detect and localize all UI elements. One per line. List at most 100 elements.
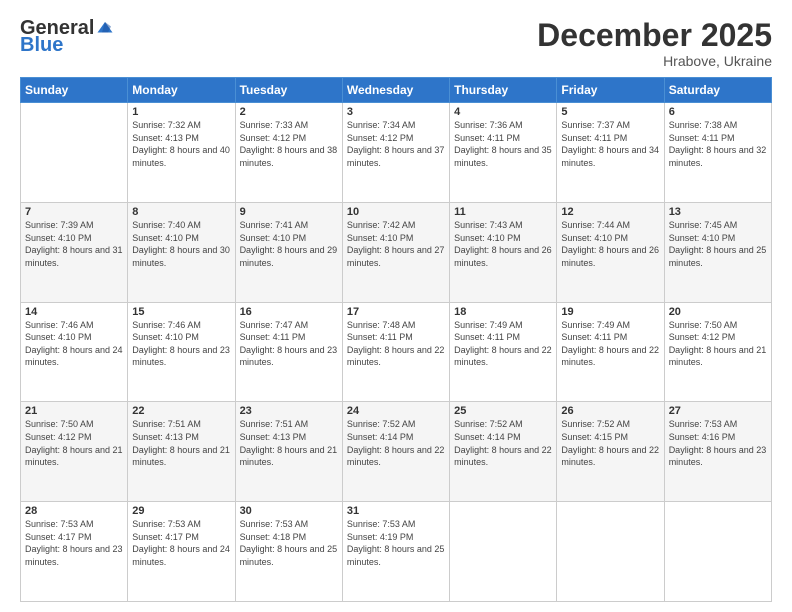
week-row-0: 1Sunrise: 7:32 AM Sunset: 4:13 PM Daylig… (21, 103, 772, 203)
day-cell: 27Sunrise: 7:53 AM Sunset: 4:16 PM Dayli… (664, 402, 771, 502)
day-cell: 30Sunrise: 7:53 AM Sunset: 4:18 PM Dayli… (235, 502, 342, 602)
day-cell (557, 502, 664, 602)
day-number: 6 (669, 106, 767, 118)
day-number: 14 (25, 306, 123, 318)
day-cell (21, 103, 128, 203)
day-cell: 15Sunrise: 7:46 AM Sunset: 4:10 PM Dayli… (128, 302, 235, 402)
day-cell: 18Sunrise: 7:49 AM Sunset: 4:11 PM Dayli… (450, 302, 557, 402)
day-cell: 13Sunrise: 7:45 AM Sunset: 4:10 PM Dayli… (664, 202, 771, 302)
day-info: Sunrise: 7:47 AM Sunset: 4:11 PM Dayligh… (240, 319, 338, 369)
logo-icon (96, 19, 114, 37)
day-number: 23 (240, 405, 338, 417)
day-number: 19 (561, 306, 659, 318)
day-cell: 14Sunrise: 7:46 AM Sunset: 4:10 PM Dayli… (21, 302, 128, 402)
day-cell: 4Sunrise: 7:36 AM Sunset: 4:11 PM Daylig… (450, 103, 557, 203)
day-number: 27 (669, 405, 767, 417)
col-sunday: Sunday (21, 78, 128, 103)
week-row-3: 21Sunrise: 7:50 AM Sunset: 4:12 PM Dayli… (21, 402, 772, 502)
day-info: Sunrise: 7:52 AM Sunset: 4:14 PM Dayligh… (454, 418, 552, 468)
week-row-2: 14Sunrise: 7:46 AM Sunset: 4:10 PM Dayli… (21, 302, 772, 402)
day-info: Sunrise: 7:38 AM Sunset: 4:11 PM Dayligh… (669, 119, 767, 169)
day-info: Sunrise: 7:53 AM Sunset: 4:17 PM Dayligh… (25, 518, 123, 568)
day-number: 12 (561, 206, 659, 218)
col-monday: Monday (128, 78, 235, 103)
day-cell: 26Sunrise: 7:52 AM Sunset: 4:15 PM Dayli… (557, 402, 664, 502)
week-row-1: 7Sunrise: 7:39 AM Sunset: 4:10 PM Daylig… (21, 202, 772, 302)
day-cell: 20Sunrise: 7:50 AM Sunset: 4:12 PM Dayli… (664, 302, 771, 402)
day-number: 9 (240, 206, 338, 218)
location: Hrabove, Ukraine (537, 53, 772, 69)
title-block: December 2025 Hrabove, Ukraine (537, 18, 772, 69)
day-number: 8 (132, 206, 230, 218)
logo: General Blue (20, 18, 114, 57)
day-info: Sunrise: 7:45 AM Sunset: 4:10 PM Dayligh… (669, 219, 767, 269)
day-cell: 31Sunrise: 7:53 AM Sunset: 4:19 PM Dayli… (342, 502, 449, 602)
week-row-4: 28Sunrise: 7:53 AM Sunset: 4:17 PM Dayli… (21, 502, 772, 602)
day-number: 1 (132, 106, 230, 118)
day-cell: 2Sunrise: 7:33 AM Sunset: 4:12 PM Daylig… (235, 103, 342, 203)
day-number: 30 (240, 505, 338, 517)
day-number: 29 (132, 505, 230, 517)
day-cell (664, 502, 771, 602)
day-cell: 12Sunrise: 7:44 AM Sunset: 4:10 PM Dayli… (557, 202, 664, 302)
day-info: Sunrise: 7:39 AM Sunset: 4:10 PM Dayligh… (25, 219, 123, 269)
day-cell: 21Sunrise: 7:50 AM Sunset: 4:12 PM Dayli… (21, 402, 128, 502)
day-info: Sunrise: 7:44 AM Sunset: 4:10 PM Dayligh… (561, 219, 659, 269)
month-title: December 2025 (537, 18, 772, 53)
logo-blue-text: Blue (20, 34, 63, 57)
day-info: Sunrise: 7:51 AM Sunset: 4:13 PM Dayligh… (132, 418, 230, 468)
day-cell: 8Sunrise: 7:40 AM Sunset: 4:10 PM Daylig… (128, 202, 235, 302)
day-info: Sunrise: 7:49 AM Sunset: 4:11 PM Dayligh… (561, 319, 659, 369)
day-cell: 11Sunrise: 7:43 AM Sunset: 4:10 PM Dayli… (450, 202, 557, 302)
day-cell: 10Sunrise: 7:42 AM Sunset: 4:10 PM Dayli… (342, 202, 449, 302)
day-cell: 28Sunrise: 7:53 AM Sunset: 4:17 PM Dayli… (21, 502, 128, 602)
day-info: Sunrise: 7:52 AM Sunset: 4:15 PM Dayligh… (561, 418, 659, 468)
day-info: Sunrise: 7:33 AM Sunset: 4:12 PM Dayligh… (240, 119, 338, 169)
day-info: Sunrise: 7:40 AM Sunset: 4:10 PM Dayligh… (132, 219, 230, 269)
day-number: 21 (25, 405, 123, 417)
day-number: 16 (240, 306, 338, 318)
day-info: Sunrise: 7:49 AM Sunset: 4:11 PM Dayligh… (454, 319, 552, 369)
day-info: Sunrise: 7:46 AM Sunset: 4:10 PM Dayligh… (132, 319, 230, 369)
day-cell: 3Sunrise: 7:34 AM Sunset: 4:12 PM Daylig… (342, 103, 449, 203)
day-number: 15 (132, 306, 230, 318)
day-number: 28 (25, 505, 123, 517)
day-cell: 5Sunrise: 7:37 AM Sunset: 4:11 PM Daylig… (557, 103, 664, 203)
day-number: 31 (347, 505, 445, 517)
day-cell: 24Sunrise: 7:52 AM Sunset: 4:14 PM Dayli… (342, 402, 449, 502)
day-number: 5 (561, 106, 659, 118)
day-cell: 9Sunrise: 7:41 AM Sunset: 4:10 PM Daylig… (235, 202, 342, 302)
day-cell: 1Sunrise: 7:32 AM Sunset: 4:13 PM Daylig… (128, 103, 235, 203)
day-number: 10 (347, 206, 445, 218)
day-info: Sunrise: 7:46 AM Sunset: 4:10 PM Dayligh… (25, 319, 123, 369)
day-number: 22 (132, 405, 230, 417)
day-info: Sunrise: 7:53 AM Sunset: 4:17 PM Dayligh… (132, 518, 230, 568)
day-number: 25 (454, 405, 552, 417)
day-info: Sunrise: 7:51 AM Sunset: 4:13 PM Dayligh… (240, 418, 338, 468)
day-info: Sunrise: 7:43 AM Sunset: 4:10 PM Dayligh… (454, 219, 552, 269)
day-cell: 29Sunrise: 7:53 AM Sunset: 4:17 PM Dayli… (128, 502, 235, 602)
header-row: Sunday Monday Tuesday Wednesday Thursday… (21, 78, 772, 103)
day-info: Sunrise: 7:36 AM Sunset: 4:11 PM Dayligh… (454, 119, 552, 169)
col-tuesday: Tuesday (235, 78, 342, 103)
day-info: Sunrise: 7:48 AM Sunset: 4:11 PM Dayligh… (347, 319, 445, 369)
day-info: Sunrise: 7:41 AM Sunset: 4:10 PM Dayligh… (240, 219, 338, 269)
day-cell: 16Sunrise: 7:47 AM Sunset: 4:11 PM Dayli… (235, 302, 342, 402)
day-info: Sunrise: 7:32 AM Sunset: 4:13 PM Dayligh… (132, 119, 230, 169)
day-number: 2 (240, 106, 338, 118)
page: General Blue December 2025 Hrabove, Ukra… (0, 0, 792, 612)
day-cell: 17Sunrise: 7:48 AM Sunset: 4:11 PM Dayli… (342, 302, 449, 402)
day-number: 3 (347, 106, 445, 118)
day-info: Sunrise: 7:53 AM Sunset: 4:16 PM Dayligh… (669, 418, 767, 468)
day-cell: 23Sunrise: 7:51 AM Sunset: 4:13 PM Dayli… (235, 402, 342, 502)
day-cell: 22Sunrise: 7:51 AM Sunset: 4:13 PM Dayli… (128, 402, 235, 502)
day-cell: 6Sunrise: 7:38 AM Sunset: 4:11 PM Daylig… (664, 103, 771, 203)
col-thursday: Thursday (450, 78, 557, 103)
day-number: 18 (454, 306, 552, 318)
day-cell: 19Sunrise: 7:49 AM Sunset: 4:11 PM Dayli… (557, 302, 664, 402)
day-info: Sunrise: 7:50 AM Sunset: 4:12 PM Dayligh… (25, 418, 123, 468)
day-number: 11 (454, 206, 552, 218)
day-info: Sunrise: 7:53 AM Sunset: 4:18 PM Dayligh… (240, 518, 338, 568)
day-info: Sunrise: 7:34 AM Sunset: 4:12 PM Dayligh… (347, 119, 445, 169)
day-info: Sunrise: 7:42 AM Sunset: 4:10 PM Dayligh… (347, 219, 445, 269)
